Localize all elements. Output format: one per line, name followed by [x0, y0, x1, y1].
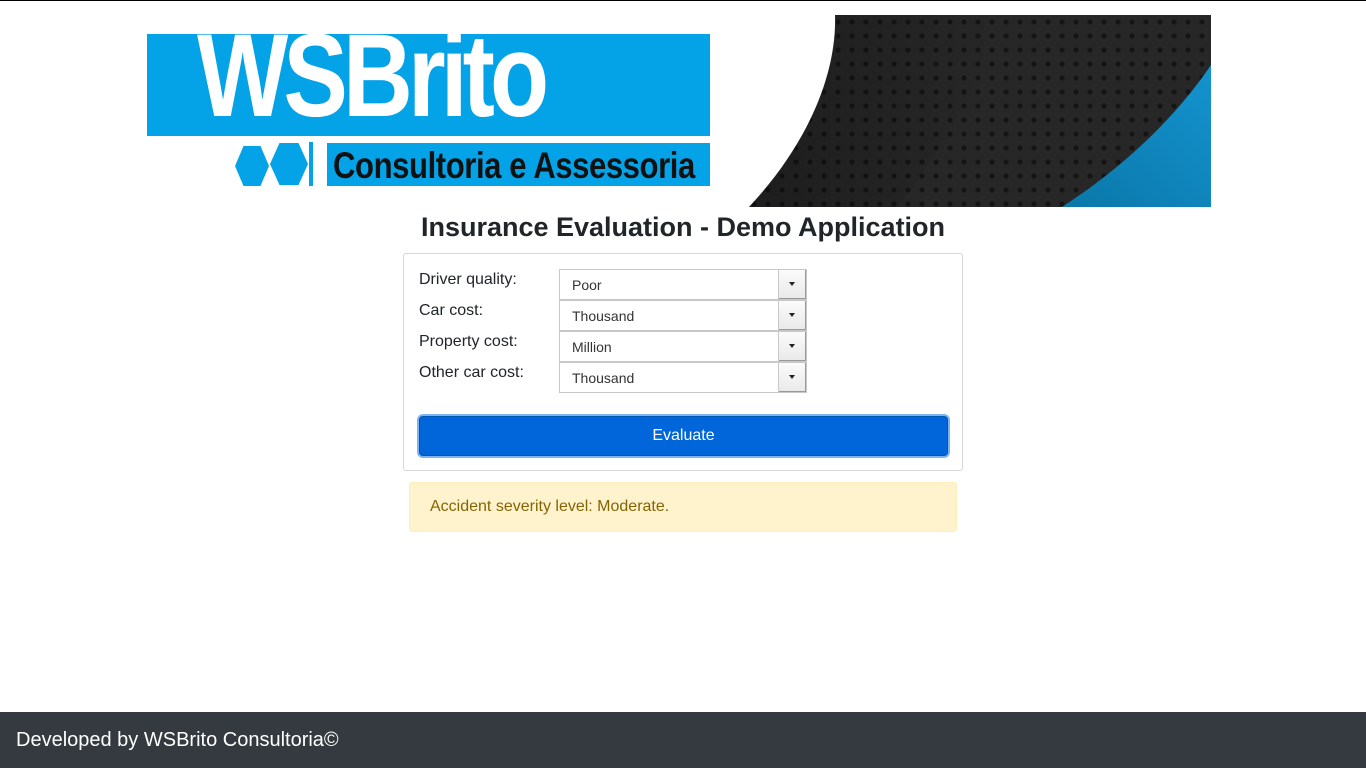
top-border [0, 0, 1366, 1]
logo-subtitle: Consultoria e Assessoria [333, 145, 695, 186]
other-car-cost-value: Thousand [572, 370, 635, 386]
caret-down-icon [789, 282, 795, 286]
form-row-car-cost: Car cost: Thousand [419, 300, 949, 331]
hexagon-icon [270, 143, 308, 185]
property-cost-dropdown-button[interactable] [778, 332, 806, 361]
car-cost-select[interactable]: Thousand [559, 300, 807, 331]
other-car-cost-select[interactable]: Thousand [559, 362, 807, 393]
result-alert: Accident severity level: Moderate. [409, 482, 957, 532]
driver-quality-value: Poor [572, 277, 602, 293]
banner-decoration [749, 15, 1211, 207]
form-row-other-car-cost: Other car cost: Thousand [419, 362, 949, 393]
evaluate-button[interactable]: Evaluate [419, 416, 948, 456]
page-title: Insurance Evaluation - Demo Application [420, 212, 946, 242]
form-row-property-cost: Property cost: Million [419, 331, 949, 362]
form-row-driver-quality: Driver quality: Poor [419, 269, 949, 300]
car-cost-value: Thousand [572, 308, 635, 324]
caret-down-icon [789, 313, 795, 317]
caret-down-icon [789, 344, 795, 348]
property-cost-value: Million [572, 339, 612, 355]
other-car-cost-dropdown-button[interactable] [778, 363, 806, 392]
hexagon-icon [235, 146, 269, 186]
car-cost-label: Car cost: [419, 302, 484, 319]
footer-credit: Developed by WSBrito Consultoria© [16, 729, 339, 751]
property-cost-select[interactable]: Million [559, 331, 807, 362]
header-banner: WSBrito Consultoria e Assessoria [147, 15, 1211, 207]
caret-down-icon [789, 375, 795, 379]
other-car-cost-label: Other car cost: [419, 364, 524, 381]
logo-wordmark: WSBrito [197, 15, 549, 142]
result-message: Accident severity level: Moderate. [430, 498, 670, 515]
footer: Developed by WSBrito Consultoria© [0, 712, 1366, 768]
evaluation-form: Driver quality: Poor Car cost: Thousand … [403, 253, 963, 471]
driver-quality-select[interactable]: Poor [559, 269, 807, 300]
car-cost-dropdown-button[interactable] [778, 301, 806, 330]
driver-quality-label: Driver quality: [419, 271, 517, 288]
driver-quality-dropdown-button[interactable] [778, 270, 806, 299]
property-cost-label: Property cost: [419, 333, 518, 350]
